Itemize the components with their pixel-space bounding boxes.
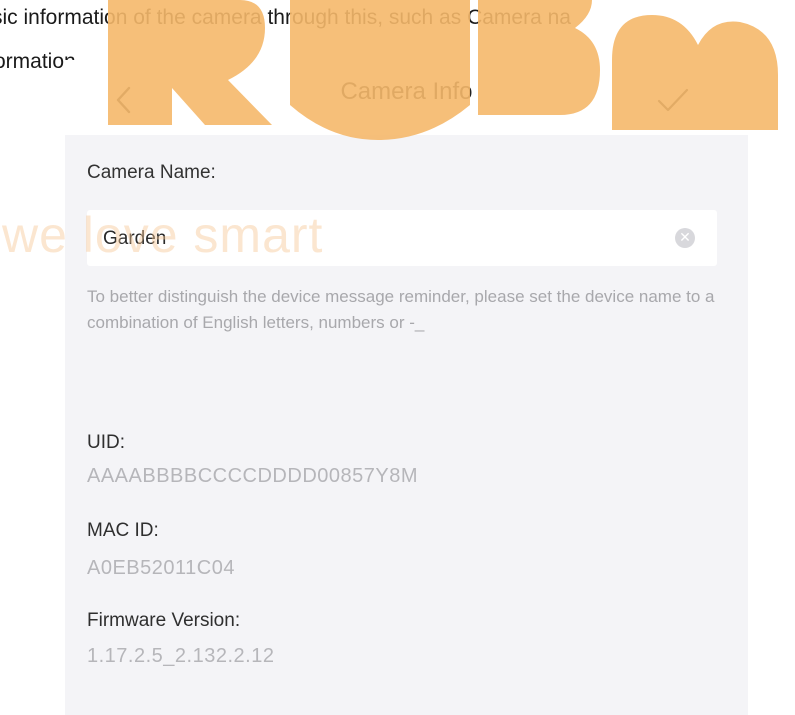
page-title: Camera Info (340, 78, 473, 105)
uid-value: AAAABBBBCCCCDDDD00857Y8M (87, 465, 419, 487)
navigation-bar: Camera Info (65, 60, 748, 135)
camera-name-input[interactable] (101, 210, 645, 268)
checkmark-icon (657, 88, 689, 112)
firmware-version-label: Firmware Version: (87, 610, 241, 631)
camera-name-field: ✕ (87, 210, 717, 268)
mac-id-label: MAC ID: (87, 520, 159, 541)
document-line: sic information of the camera through th… (0, 6, 571, 29)
camera-name-hint: To better distinguish the device message… (87, 287, 715, 332)
firmware-version-value: 1.17.2.5_2.132.2.12 (87, 645, 275, 667)
clear-icon[interactable]: ✕ (675, 228, 695, 248)
confirm-button[interactable] (653, 80, 693, 120)
mac-id-value: A0EB52011C04 (87, 557, 235, 579)
camera-name-label: Camera Name: (87, 162, 216, 183)
camera-info-screen: Camera Info Camera Name: ✕ To better dis… (65, 60, 748, 715)
uid-label: UID: (87, 432, 125, 453)
